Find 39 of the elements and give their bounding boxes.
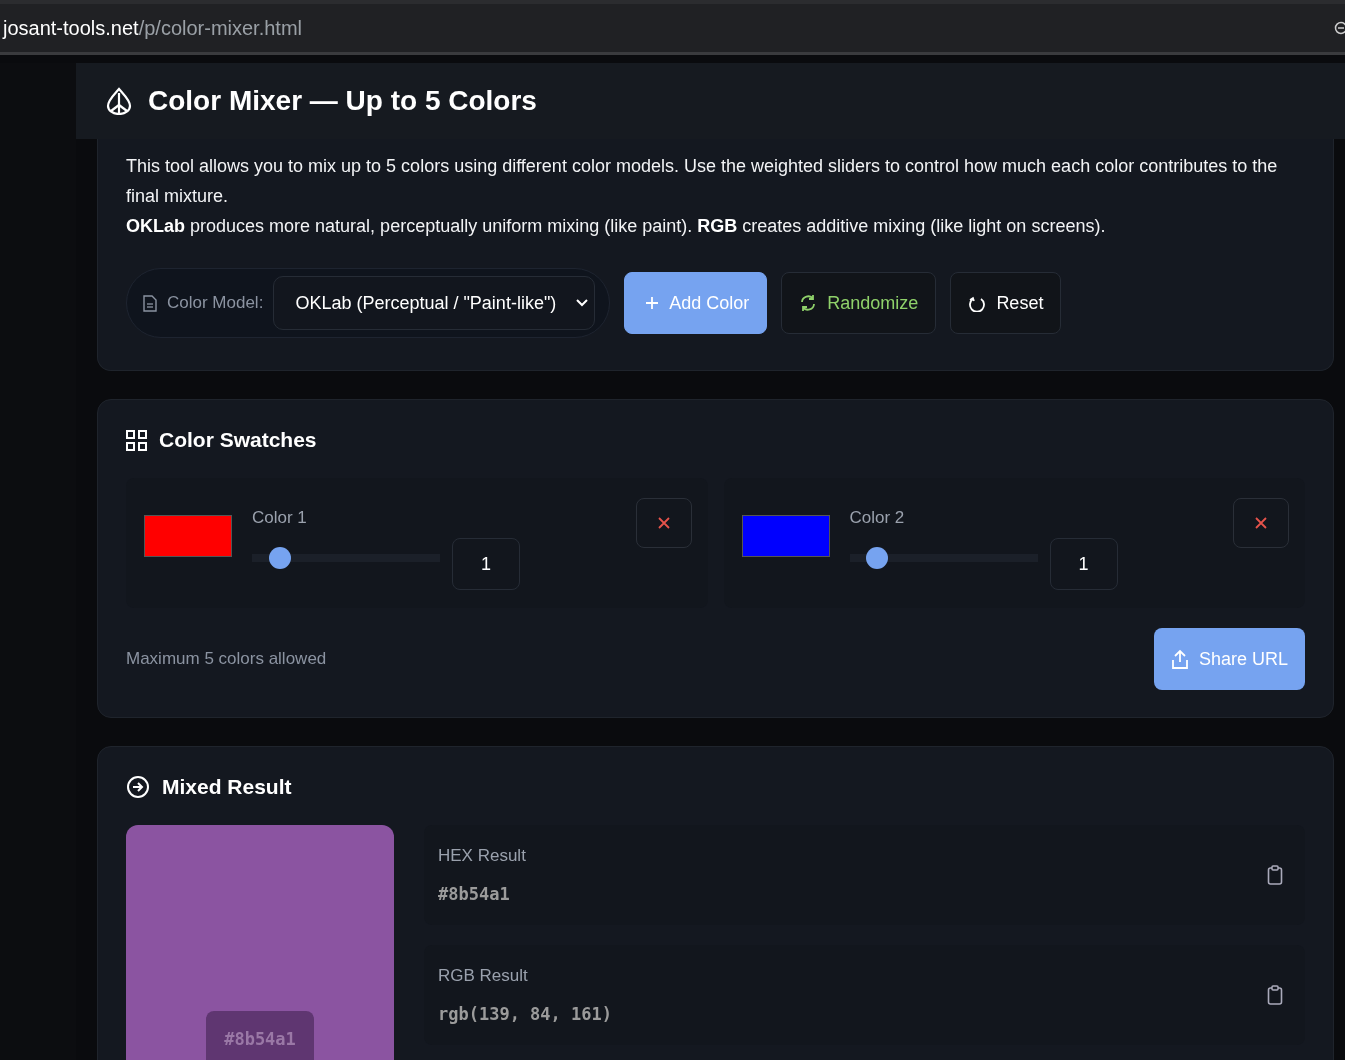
close-icon <box>657 517 670 529</box>
page-title: Color Mixer — Up to 5 Colors <box>148 85 537 117</box>
grid-icon <box>126 429 147 451</box>
result-label: HEX Result <box>438 846 526 866</box>
weight-input[interactable]: 1 <box>452 538 520 590</box>
address-bar[interactable]: josant-tools.net/p/color-mixer.html <box>0 0 1345 55</box>
section-title: Color Swatches <box>159 428 317 452</box>
result-value: rgb(139, 84, 161) <box>438 1004 612 1024</box>
refresh-icon <box>799 294 818 312</box>
result-value: #8b54a1 <box>438 884 511 904</box>
reset-icon <box>968 294 987 312</box>
result-label: RGB Result <box>438 966 529 986</box>
intro-text: OKLab produces more natural, perceptually uniform mixing (like paint). RGB creates additive mixing (like light on screens). <box>126 215 1107 238</box>
model-label: Color Model: <box>167 293 264 313</box>
url-text: josant-tools.net/p/color-mixer.html <box>3 16 302 40</box>
document-icon <box>143 294 157 312</box>
intro-text: This tool allows you to mix up to 5 colors using different color models. Use the weighted sliders to control how much each color contributes to the final mixture. <box>126 155 1279 208</box>
randomize-button[interactable]: Randomize <box>781 272 937 334</box>
model-dropdown[interactable]: OKLab (Perceptual / "Paint-like") <box>273 276 596 330</box>
slider-thumb[interactable] <box>866 546 889 569</box>
color-label: Color 2 <box>849 507 906 528</box>
arrow-circle-icon <box>126 775 150 799</box>
section-title: Mixed Result <box>162 775 292 799</box>
weight-input[interactable]: 1 <box>1049 538 1118 590</box>
clipboard-icon[interactable] <box>1267 865 1283 885</box>
color-picker[interactable] <box>741 515 830 557</box>
close-icon <box>1255 517 1267 529</box>
zoom-icon[interactable] <box>1333 21 1345 35</box>
color-label: Color 1 <box>252 507 308 528</box>
share-icon <box>1170 649 1189 669</box>
peace-icon <box>106 87 132 115</box>
color-picker[interactable] <box>144 515 232 557</box>
limit-note: Maximum 5 colors allowed <box>126 649 327 669</box>
clipboard-icon[interactable] <box>1267 985 1283 1005</box>
chevron-icon <box>576 299 589 307</box>
plus-icon <box>645 296 660 310</box>
hex-badge: #8b54a1 <box>206 1011 314 1060</box>
reset-button[interactable]: Reset <box>950 272 1062 334</box>
slider-thumb[interactable] <box>268 546 291 569</box>
